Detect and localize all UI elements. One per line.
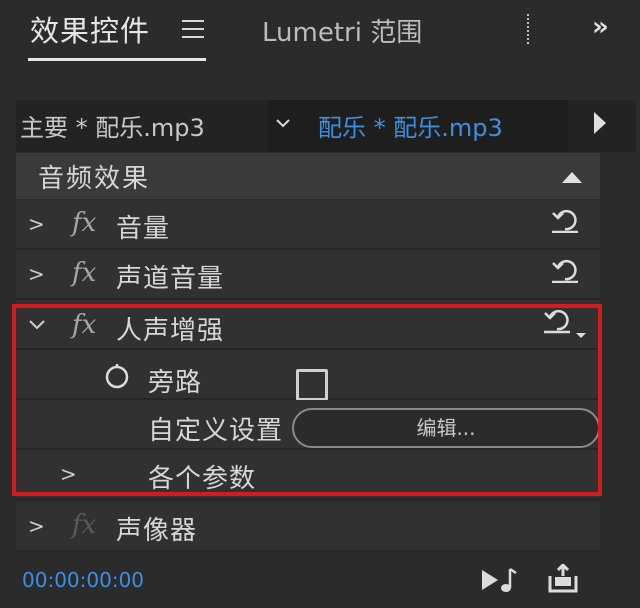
tab-effect-controls[interactable]: 效果控件 [30, 8, 150, 50]
effect-row-volume[interactable] [16, 200, 600, 250]
active-tab-underline [28, 58, 206, 61]
tab-overflow-icon[interactable]: » [592, 12, 609, 42]
collapse-caret-icon[interactable] [562, 172, 582, 183]
effect-name: 声像器 [116, 516, 198, 546]
chevron-right-icon[interactable]: > [28, 514, 45, 538]
fx-icon[interactable]: fx [72, 510, 96, 540]
active-clip-label[interactable]: 配乐 * 配乐.mp3 [318, 108, 503, 143]
export-icon[interactable] [546, 564, 580, 594]
tab-lumetri-scopes[interactable]: Lumetri 范围 [262, 12, 422, 49]
section-title: 音频效果 [38, 164, 151, 194]
effect-name: 音量 [116, 214, 171, 244]
reset-icon[interactable] [550, 207, 580, 233]
tab-grip-icon[interactable] [527, 14, 533, 44]
effect-row-panner[interactable] [16, 502, 600, 552]
tab-menu-icon[interactable] [182, 20, 204, 44]
timecode[interactable]: 00:00:00:00 [22, 568, 144, 592]
chevron-down-icon[interactable] [276, 116, 290, 130]
play-triangle-icon[interactable] [594, 112, 606, 134]
play-audio-icon[interactable] [480, 566, 518, 594]
chevron-right-icon[interactable]: > [28, 262, 45, 286]
reset-icon[interactable] [550, 257, 580, 283]
highlight-box [12, 304, 602, 496]
fx-icon[interactable]: fx [72, 208, 96, 238]
master-clip-label[interactable]: 主要 * 配乐.mp3 [20, 108, 205, 143]
fx-icon[interactable]: fx [72, 258, 96, 288]
effect-row-channel-volume[interactable] [16, 250, 600, 300]
effect-name: 声道音量 [116, 264, 225, 294]
chevron-right-icon[interactable]: > [28, 212, 45, 236]
